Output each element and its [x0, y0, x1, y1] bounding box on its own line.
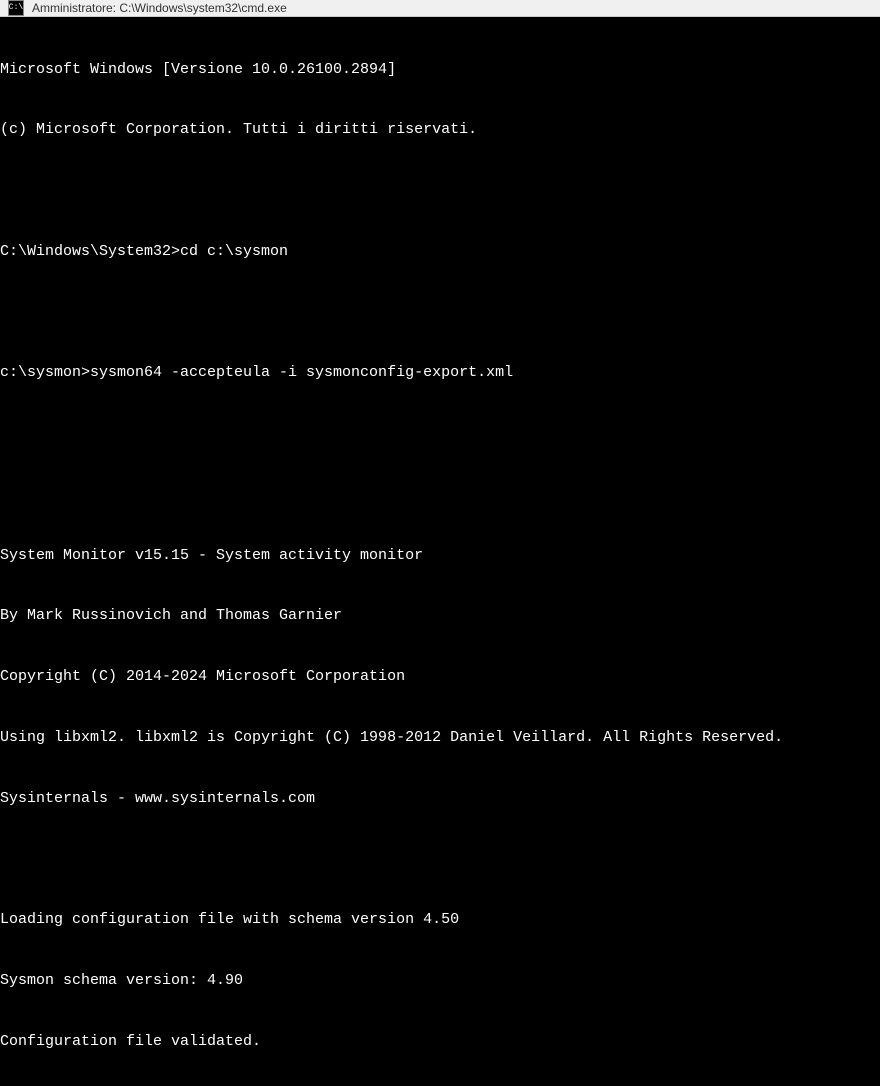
terminal-output[interactable]: Microsoft Windows [Versione 10.0.26100.2…: [0, 17, 880, 1086]
output-line: Using libxml2. libxml2 is Copyright (C) …: [0, 728, 880, 748]
output-line: Configuration file validated.: [0, 1032, 880, 1052]
titlebar[interactable]: C:\ Amministratore: C:\Windows\system32\…: [0, 0, 880, 17]
output-line: [0, 303, 880, 323]
output-line: Sysmon schema version: 4.90: [0, 971, 880, 991]
window-title: Amministratore: C:\Windows\system32\cmd.…: [32, 1, 287, 15]
output-line: [0, 485, 880, 505]
output-line: [0, 849, 880, 869]
output-line: [0, 181, 880, 201]
output-line: Microsoft Windows [Versione 10.0.26100.2…: [0, 60, 880, 80]
output-line: Copyright (C) 2014-2024 Microsoft Corpor…: [0, 667, 880, 687]
cmd-window: C:\ Amministratore: C:\Windows\system32\…: [0, 0, 880, 543]
cmd-icon: C:\: [8, 0, 24, 16]
output-line: Sysinternals - www.sysinternals.com: [0, 789, 880, 809]
output-line: System Monitor v15.15 - System activity …: [0, 546, 880, 566]
prompt-line: C:\Windows\System32>cd c:\sysmon: [0, 242, 880, 262]
output-line: By Mark Russinovich and Thomas Garnier: [0, 606, 880, 626]
output-line: [0, 424, 880, 444]
output-line: (c) Microsoft Corporation. Tutti i dirit…: [0, 120, 880, 140]
output-line: Loading configuration file with schema v…: [0, 910, 880, 930]
prompt-line: c:\sysmon>sysmon64 -accepteula -i sysmon…: [0, 363, 880, 383]
